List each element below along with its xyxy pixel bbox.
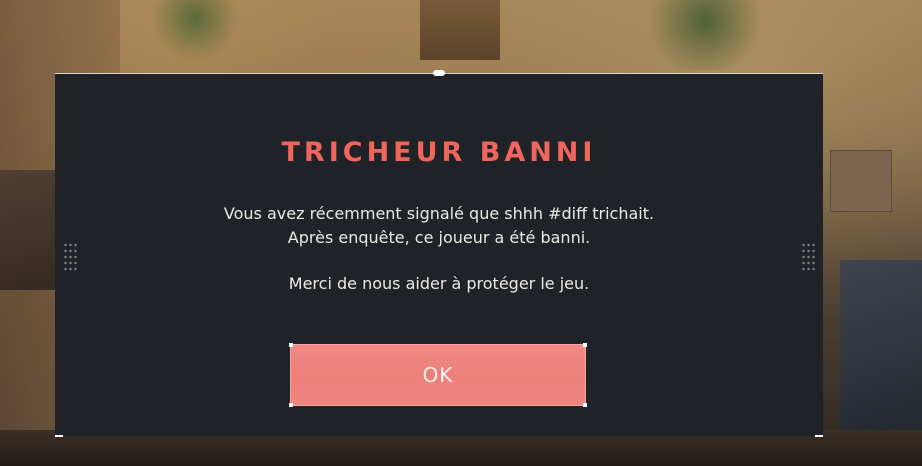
game-scene-background: TRICHEUR BANNI Vous avez récemment signa… [0, 0, 922, 466]
ok-button[interactable]: OK [289, 343, 587, 407]
background-crate [830, 150, 892, 212]
background-ivy-right [640, 0, 770, 70]
background-weapon-left [0, 170, 60, 290]
ok-button-label: OK [422, 363, 454, 387]
button-corner-bottom-left [289, 403, 293, 407]
background-ivy-left [150, 0, 240, 60]
dialog-corner-bottom-right [815, 435, 823, 437]
dialog-message-line-1: Vous avez récemment signalé que shhh #di… [223, 204, 655, 223]
dialog-top-notch [433, 70, 445, 76]
button-corner-bottom-right [583, 403, 587, 407]
background-wood-beam [420, 0, 500, 60]
dialog-message-line-3: Merci de nous aider à protéger le jeu. [288, 274, 590, 293]
dialog-title: TRICHEUR BANNI [281, 137, 597, 168]
dialog-message: Vous avez récemment signalé que shhh #di… [55, 202, 823, 296]
dialog-message-spacer [55, 250, 823, 272]
button-corner-top-left [289, 343, 293, 347]
button-corner-top-right [583, 343, 587, 347]
dialog-corner-bottom-left [55, 435, 63, 437]
dialog-message-line-2: Après enquête, ce joueur a été banni. [287, 228, 591, 247]
cheater-banned-dialog: TRICHEUR BANNI Vous avez récemment signa… [55, 70, 823, 437]
